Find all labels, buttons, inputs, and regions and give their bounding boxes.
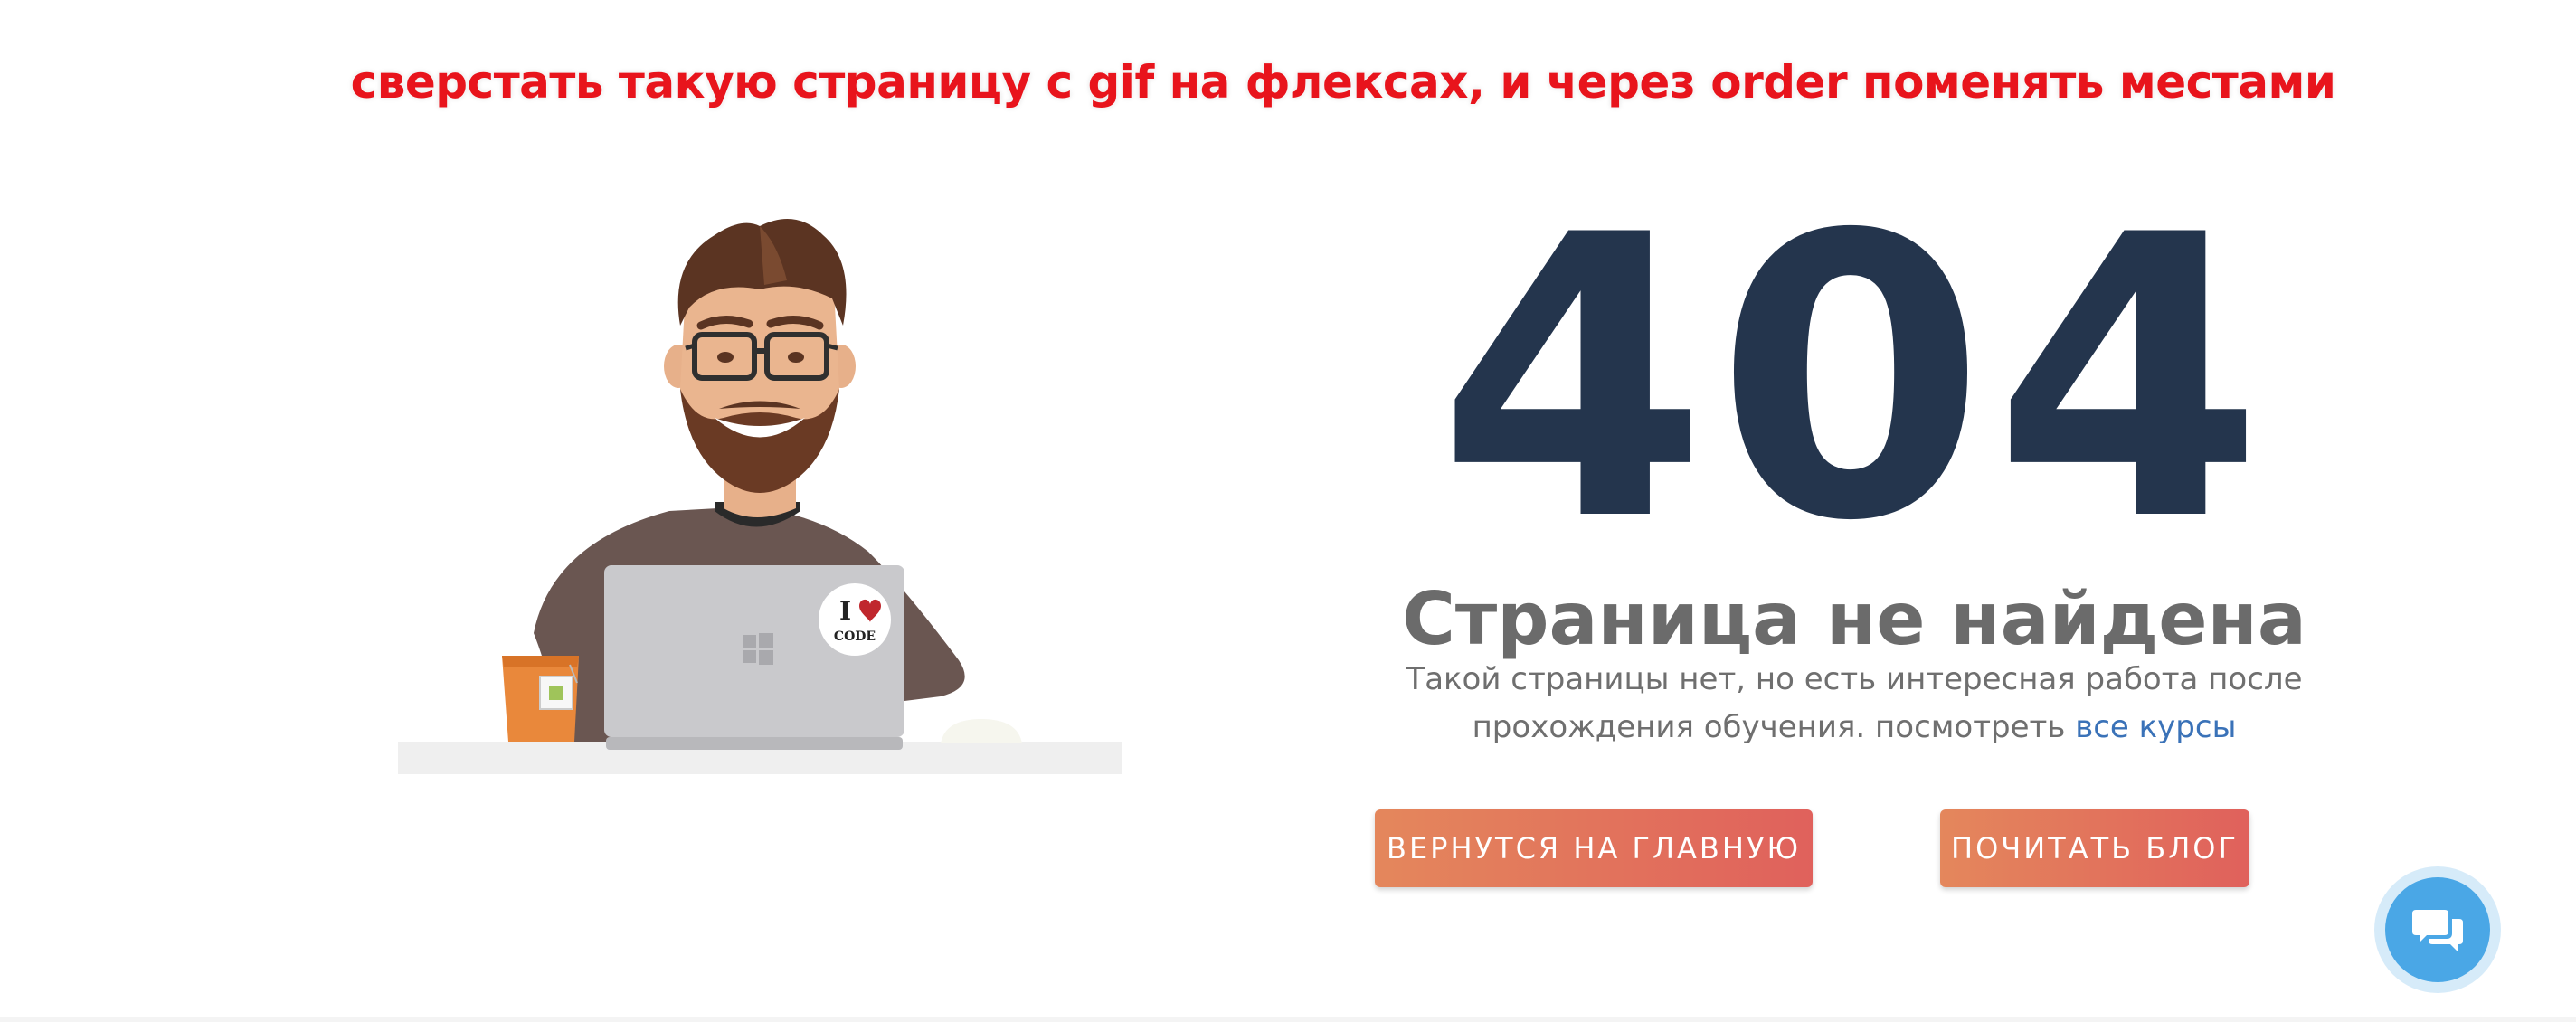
page: сверстать такую страницу с gif на флекса… (0, 0, 2576, 1022)
chat-button-inner (2385, 877, 2490, 982)
developer-illustration: I CODE (398, 208, 1122, 787)
bottom-divider (0, 1017, 2576, 1022)
error-title: Страница не найдена (1402, 577, 2306, 661)
chat-bubbles-icon (2412, 910, 2463, 951)
go-home-button[interactable]: ВЕРНУТСЯ НА ГЛАВНУЮ (1375, 809, 1813, 887)
content-row: I CODE 404 Страница не найдена Такой стр… (0, 163, 2576, 941)
error-code: 404 (1437, 154, 2271, 606)
read-blog-button[interactable]: ПОЧИТАТЬ БЛОГ (1940, 809, 2249, 887)
task-banner: сверстать такую страницу с gif на флекса… (350, 56, 2336, 109)
chat-widget-button[interactable] (2374, 866, 2501, 993)
all-courses-link[interactable]: все курсы (2075, 709, 2236, 745)
action-buttons: ВЕРНУТСЯ НА ГЛАВНУЮ ПОЧИТАТЬ БЛОГ (1266, 809, 2442, 891)
sticker-code-text: CODE (834, 629, 876, 644)
error-description: Такой страницы нет, но есть интересная р… (1312, 656, 2397, 752)
sticker-letter: I (839, 596, 851, 626)
